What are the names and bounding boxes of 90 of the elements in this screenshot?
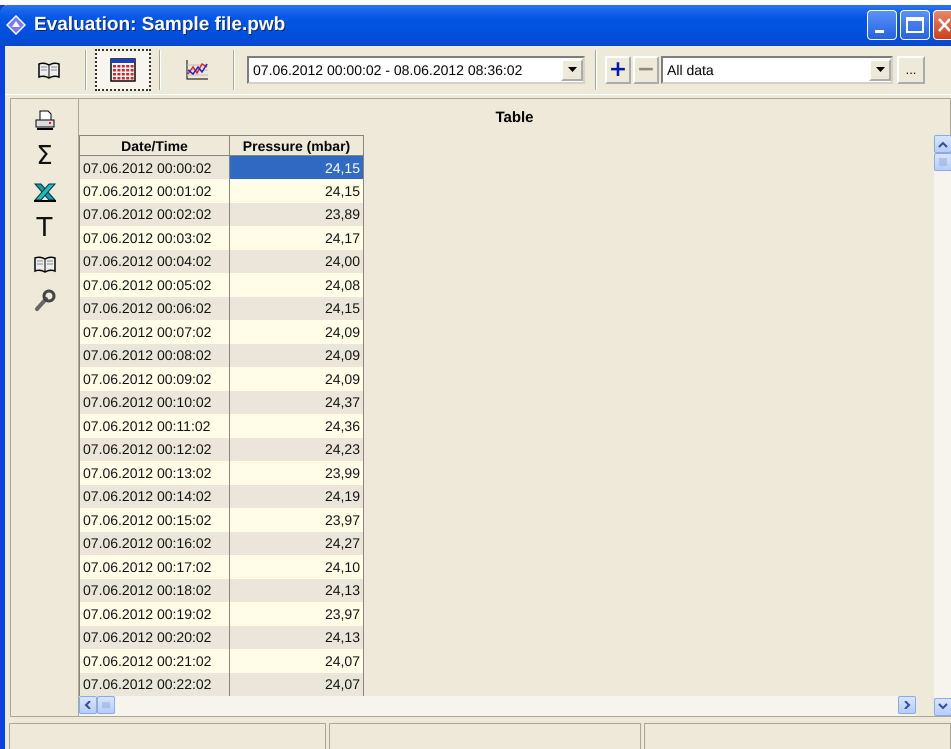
table-cell[interactable]: 24,08 — [230, 273, 364, 297]
filter-value: All data — [667, 62, 715, 78]
table-cell: 07.06.2012 00:03:02 — [80, 226, 230, 250]
table-cell[interactable]: 24,13 — [230, 578, 364, 602]
date-range-value: 07.06.2012 00:00:02 - 08.06.2012 08:36:02 — [253, 62, 524, 78]
minimize-icon — [874, 30, 884, 33]
table-cell[interactable]: 24,15 — [230, 156, 364, 180]
table-cell: 07.06.2012 00:13:02 — [80, 461, 230, 485]
vertical-scrollbar[interactable] — [934, 135, 951, 716]
add-button[interactable]: + — [605, 56, 631, 84]
table-cell[interactable]: 24,23 — [230, 438, 364, 462]
scroll-thumb[interactable] — [97, 696, 115, 714]
grip-icon — [939, 158, 947, 166]
more-button[interactable]: ... — [897, 56, 925, 84]
table-grid-icon — [110, 58, 136, 82]
table-cell[interactable]: 24,15 — [230, 296, 364, 320]
scroll-down-button[interactable] — [934, 698, 951, 716]
column-header[interactable]: Pressure (mbar) — [230, 136, 364, 156]
table-cell: 07.06.2012 00:16:02 — [80, 532, 230, 556]
table-cell: 07.06.2012 00:17:02 — [80, 555, 230, 579]
table-title: Table — [494, 108, 535, 128]
chevron-right-icon — [902, 701, 912, 710]
table-cell[interactable]: 23,97 — [230, 602, 364, 626]
dropdown-button[interactable] — [869, 58, 891, 81]
scroll-thumb[interactable] — [934, 153, 951, 172]
table-cell[interactable]: 24,07 — [230, 649, 364, 673]
chevron-up-icon — [938, 140, 948, 148]
table-cell[interactable]: 23,89 — [230, 202, 364, 226]
grip-icon — [102, 701, 110, 710]
table-cell[interactable]: 24,00 — [230, 250, 364, 274]
window-title: Evaluation: Sample file.pwb — [34, 14, 286, 36]
table-cell[interactable]: 24,09 — [230, 367, 364, 391]
table-cell: 07.06.2012 00:00:02 — [80, 156, 230, 180]
table-cell[interactable]: 24,37 — [230, 390, 364, 414]
table-cell: 07.06.2012 00:02:02 — [80, 202, 230, 226]
table-cell: 07.06.2012 00:22:02 — [80, 672, 230, 696]
table-cell[interactable]: 24,15 — [230, 179, 364, 203]
table-cell: 07.06.2012 00:09:02 — [80, 367, 230, 391]
line-chart-icon — [185, 58, 209, 81]
table-cell[interactable]: 23,99 — [230, 461, 364, 485]
close-button[interactable] — [933, 10, 951, 40]
scroll-right-button[interactable] — [898, 696, 916, 714]
scroll-left-button[interactable] — [79, 696, 97, 714]
maximize-icon — [906, 17, 924, 34]
table-cell: 07.06.2012 00:01:02 — [80, 179, 230, 203]
table-cell: 07.06.2012 00:19:02 — [80, 602, 230, 626]
table-cell: 07.06.2012 00:18:02 — [80, 578, 230, 602]
chevron-down-icon — [938, 703, 948, 712]
close-icon — [938, 18, 950, 32]
dropdown-button[interactable] — [561, 58, 583, 81]
horizontal-scrollbar[interactable] — [79, 696, 916, 716]
table-cell[interactable]: 24,27 — [230, 532, 364, 556]
table-cell: 07.06.2012 00:04:02 — [80, 250, 230, 274]
table-cell[interactable]: 24,36 — [230, 414, 364, 438]
table-cell: 07.06.2012 00:06:02 — [80, 296, 230, 320]
table-cell[interactable]: 24,19 — [230, 484, 364, 508]
date-range-combo[interactable]: 07.06.2012 00:00:02 - 08.06.2012 08:36:02 — [247, 56, 585, 84]
view-button[interactable] — [95, 48, 151, 91]
open-book-icon — [38, 60, 60, 79]
table-cell[interactable]: 23,97 — [230, 508, 364, 532]
x-logo-icon — [32, 181, 56, 204]
scroll-up-button[interactable] — [934, 135, 951, 154]
table-cell[interactable]: 24,13 — [230, 626, 364, 650]
table-cell: 07.06.2012 00:14:02 — [80, 484, 230, 508]
table-cell[interactable]: 24,17 — [230, 226, 364, 250]
table-cell: 07.06.2012 00:10:02 — [80, 390, 230, 414]
chevron-left-icon — [83, 701, 93, 710]
maximize-button[interactable] — [900, 10, 930, 40]
app-diamond-icon — [6, 15, 26, 36]
table-cell: 07.06.2012 00:20:02 — [80, 626, 230, 650]
dropdown-arrow-icon — [876, 67, 884, 72]
table-cell[interactable]: 24,07 — [230, 672, 364, 696]
table-cell[interactable]: 24,10 — [230, 555, 364, 579]
tool-button[interactable]: T — [30, 213, 60, 244]
open-book-icon — [34, 255, 56, 274]
table-cell: 07.06.2012 00:05:02 — [80, 273, 230, 297]
table-cell: 07.06.2012 00:15:02 — [80, 508, 230, 532]
table-cell: 07.06.2012 00:11:02 — [80, 414, 230, 438]
minimize-button[interactable] — [867, 10, 897, 40]
dropdown-arrow-icon — [568, 67, 576, 72]
printer-icon — [34, 109, 56, 132]
tool-button[interactable]: Σ — [30, 141, 60, 172]
table-cell: 07.06.2012 00:08:02 — [80, 344, 230, 368]
table-cell: 07.06.2012 00:21:02 — [80, 649, 230, 673]
filter-combo[interactable]: All data — [661, 56, 893, 84]
table-cell: 07.06.2012 00:12:02 — [80, 438, 230, 462]
table-cell: 07.06.2012 00:07:02 — [80, 320, 230, 344]
table-cell[interactable]: 24,09 — [230, 344, 364, 368]
column-header[interactable]: Date/Time — [80, 136, 230, 156]
table-cell[interactable]: 24,09 — [230, 320, 364, 344]
